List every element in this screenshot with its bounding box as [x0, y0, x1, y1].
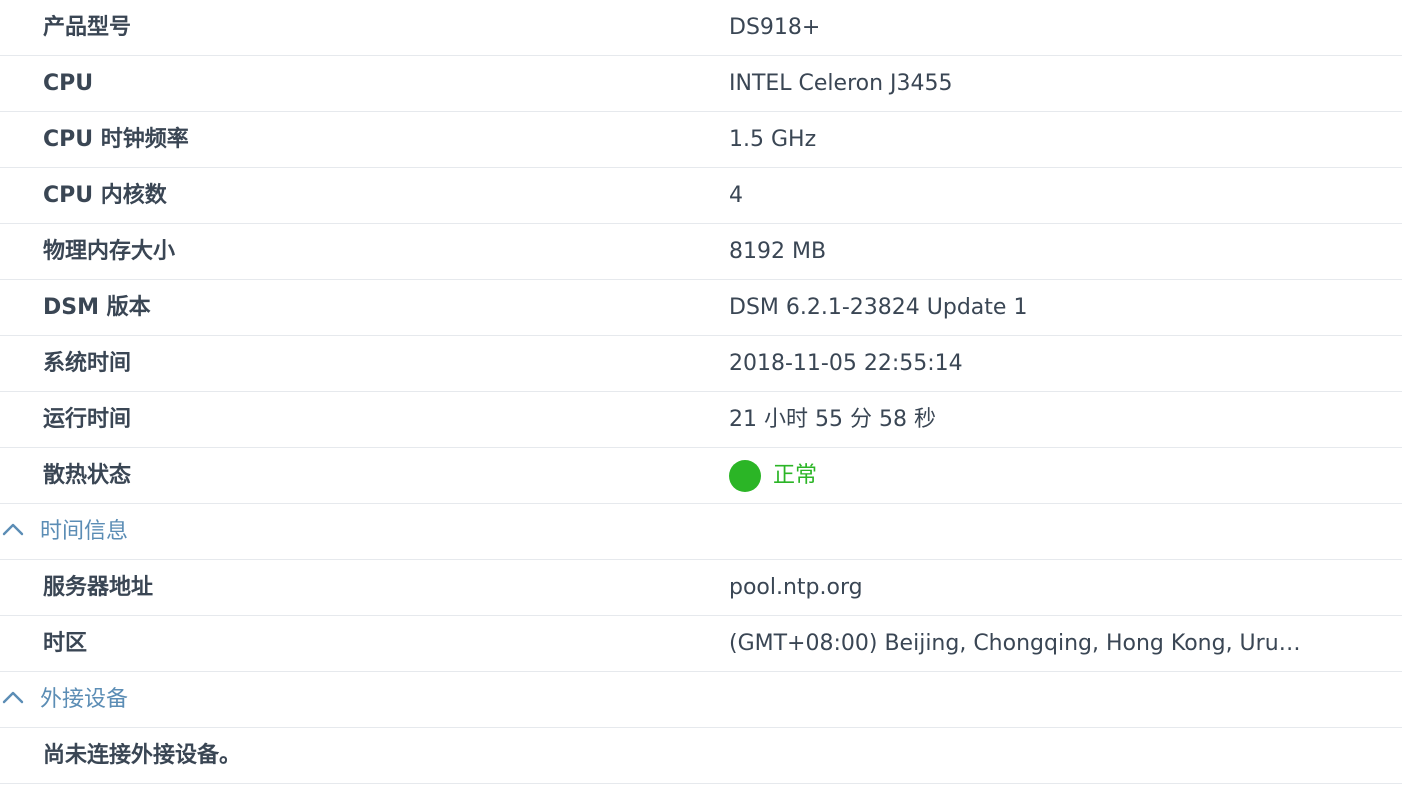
info-value: pool.ntp.org: [729, 575, 863, 600]
info-label: CPU 时钟频率: [43, 127, 189, 152]
info-label: 服务器地址: [43, 575, 154, 600]
chevron-up-icon[interactable]: [2, 522, 24, 536]
info-value: 21 小时 55 分 58 秒: [729, 407, 936, 432]
info-label: 系统时间: [43, 351, 132, 376]
thermal-status: 正常: [729, 448, 1029, 503]
info-row-ntp-server: 服务器地址 pool.ntp.org: [0, 560, 1402, 616]
info-row-thermal-status: 散热状态 正常: [0, 448, 1402, 504]
chevron-up-icon[interactable]: [2, 690, 24, 704]
info-value: 2018-11-05 22:55:14: [729, 351, 963, 376]
info-value: INTEL Celeron J3455: [729, 71, 953, 96]
section-header-time-info[interactable]: 时间信息: [0, 504, 1402, 560]
info-value: DS918+: [729, 15, 821, 40]
info-row-cpu-cores: CPU 内核数 4: [0, 168, 1402, 224]
info-label: 运行时间: [43, 407, 132, 432]
status-dot-icon: [729, 460, 761, 492]
info-label: CPU: [43, 71, 94, 96]
info-row-system-time: 系统时间 2018-11-05 22:55:14: [0, 336, 1402, 392]
info-row-uptime: 运行时间 21 小时 55 分 58 秒: [0, 392, 1402, 448]
info-row-cpu: CPU INTEL Celeron J3455: [0, 56, 1402, 112]
info-label: 物理内存大小: [43, 239, 176, 264]
info-value: 4: [729, 183, 743, 208]
info-row-dsm-version: DSM 版本 DSM 6.2.1-23824 Update 1: [0, 280, 1402, 336]
info-label: 产品型号: [43, 15, 132, 40]
info-value: DSM 6.2.1-23824 Update 1: [729, 295, 1028, 320]
info-row-cpu-clock: CPU 时钟频率 1.5 GHz: [0, 112, 1402, 168]
system-info-panel: 产品型号 DS918+ CPU INTEL Celeron J3455 CPU …: [0, 0, 1402, 786]
info-label: 时区: [43, 631, 88, 656]
thermal-status-text: 正常: [773, 463, 818, 488]
info-label: CPU 内核数: [43, 183, 167, 208]
info-label: DSM 版本: [43, 295, 151, 320]
section-title[interactable]: 时间信息: [40, 504, 128, 559]
info-value: 8192 MB: [729, 239, 827, 264]
info-value: 1.5 GHz: [729, 127, 817, 152]
empty-message: 尚未连接外接设备。: [43, 743, 242, 768]
info-row-memory: 物理内存大小 8192 MB: [0, 224, 1402, 280]
info-row-timezone: 时区 (GMT+08:00) Beijing, Chongqing, Hong …: [0, 616, 1402, 672]
info-value: (GMT+08:00) Beijing, Chongqing, Hong Kon…: [729, 631, 1301, 656]
external-devices-empty-row: 尚未连接外接设备。: [0, 728, 1402, 784]
section-title[interactable]: 外接设备: [40, 672, 128, 727]
info-row-model: 产品型号 DS918+: [0, 0, 1402, 56]
info-label: 散热状态: [43, 463, 132, 488]
section-header-external-devices[interactable]: 外接设备: [0, 672, 1402, 728]
